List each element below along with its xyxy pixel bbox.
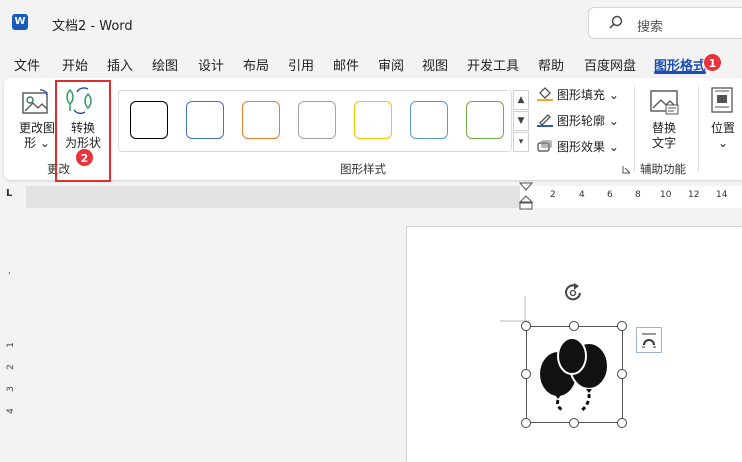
ruler-tick: 2 bbox=[5, 364, 16, 370]
resize-handle-top[interactable] bbox=[569, 321, 579, 331]
style-swatch-5[interactable] bbox=[354, 101, 392, 139]
resize-handle-bottom-left[interactable] bbox=[521, 418, 531, 428]
tab-review[interactable]: 审阅 bbox=[378, 55, 404, 74]
pen-outline-icon bbox=[537, 114, 553, 127]
alt-text-button[interactable]: 替换 文字 bbox=[646, 121, 682, 151]
layout-options-button[interactable] bbox=[636, 327, 662, 353]
ruler-tick: 1 bbox=[5, 342, 16, 348]
active-tab-indicator bbox=[654, 71, 706, 74]
paint-bucket-icon bbox=[537, 87, 553, 101]
word-icon: W bbox=[12, 14, 28, 30]
document-title: 文档2 - Word bbox=[52, 19, 133, 34]
tab-view[interactable]: 视图 bbox=[422, 55, 448, 74]
ruler-tab-selector[interactable]: L bbox=[6, 188, 12, 199]
shape-styles-gallery bbox=[118, 90, 512, 152]
position-label: 位置 bbox=[710, 121, 735, 135]
tab-references[interactable]: 引用 bbox=[288, 55, 314, 74]
search-placeholder: 搜索 bbox=[637, 20, 664, 35]
annotation-badge-1: 1 bbox=[703, 53, 722, 72]
tab-insert[interactable]: 插入 bbox=[107, 55, 133, 74]
dialog-launcher-icon[interactable] bbox=[622, 165, 631, 174]
style-swatch-4[interactable] bbox=[298, 101, 336, 139]
layout-options-icon bbox=[642, 333, 656, 348]
shape-outline-button[interactable]: 图形轮廓 ⌄ bbox=[537, 112, 619, 129]
resize-handle-top-right[interactable] bbox=[617, 321, 627, 331]
ruler-tick: 12 bbox=[688, 190, 700, 200]
tab-design[interactable]: 设计 bbox=[198, 55, 224, 74]
title-bar: W 文档2 - Word 搜索 bbox=[0, 0, 742, 46]
resize-handle-left[interactable] bbox=[521, 369, 531, 379]
ribbon-separator bbox=[698, 86, 699, 172]
tab-help[interactable]: 帮助 bbox=[538, 55, 564, 74]
tab-file[interactable]: 文件 bbox=[14, 55, 40, 74]
shape-effects-button[interactable]: 图形效果 ⌄ bbox=[537, 138, 619, 155]
tab-layout[interactable]: 布局 bbox=[243, 55, 269, 74]
indent-marker-icon[interactable] bbox=[518, 181, 534, 211]
tab-mailings[interactable]: 邮件 bbox=[333, 55, 359, 74]
ruler-tick: 2 bbox=[550, 190, 556, 200]
ruler-tick: - bbox=[4, 271, 15, 275]
tab-baidu-netdisk[interactable]: 百度网盘 bbox=[584, 55, 636, 74]
ribbon-separator bbox=[634, 86, 635, 172]
ruler-tick: 10 bbox=[660, 190, 672, 200]
shape-effects-icon bbox=[537, 140, 552, 152]
alt-text-label-line2: 文字 bbox=[651, 136, 676, 150]
alt-text-icon bbox=[650, 90, 679, 115]
ruler-margin bbox=[26, 186, 520, 208]
shape-fill-button[interactable]: 图形填充 ⌄ bbox=[537, 86, 619, 103]
resize-handle-bottom-right[interactable] bbox=[617, 418, 627, 428]
vertical-ruler[interactable]: - 1 2 3 4 bbox=[0, 210, 24, 462]
change-shape-label-line1: 更改图 bbox=[18, 121, 55, 135]
gallery-scroll-up[interactable]: ▲ bbox=[513, 90, 529, 110]
tab-home[interactable]: 开始 bbox=[62, 55, 88, 74]
ruler-tick: 4 bbox=[5, 408, 16, 414]
position-button[interactable]: 位置 ⌄ bbox=[706, 121, 740, 151]
resize-handle-bottom[interactable] bbox=[569, 418, 579, 428]
shape-fill-label: 图形填充 ⌄ bbox=[557, 88, 619, 102]
alt-text-label-line1: 替换 bbox=[651, 121, 676, 135]
style-swatch-3[interactable] bbox=[242, 101, 280, 139]
gallery-more-button[interactable]: ▾ bbox=[513, 132, 529, 152]
shape-effects-label: 图形效果 ⌄ bbox=[557, 140, 619, 154]
gallery-scroll-down[interactable]: ▼ bbox=[513, 111, 529, 131]
ruler-tick: 3 bbox=[5, 386, 16, 392]
shape-styles-group-label: 图形样式 bbox=[340, 162, 386, 176]
resize-handle-right[interactable] bbox=[617, 369, 627, 379]
change-shape-button[interactable]: 更改图 形 ⌄ bbox=[18, 121, 56, 151]
ruler-tick: 14 bbox=[716, 190, 728, 200]
ruler-tick: 8 bbox=[635, 190, 641, 200]
search-icon bbox=[609, 15, 623, 29]
balloons-icon bbox=[540, 337, 609, 414]
shape-outline-label: 图形轮廓 ⌄ bbox=[557, 114, 619, 128]
change-shape-label-line2: 形 ⌄ bbox=[24, 136, 50, 150]
style-swatch-2[interactable] bbox=[186, 101, 224, 139]
style-swatch-1[interactable] bbox=[130, 101, 168, 139]
position-chevron-icon: ⌄ bbox=[717, 136, 729, 150]
rotate-handle-icon[interactable] bbox=[562, 282, 586, 304]
horizontal-ruler[interactable]: 2 4 6 8 10 12 14 bbox=[26, 186, 742, 208]
resize-handle-top-left[interactable] bbox=[521, 321, 531, 331]
ruler-tick: 4 bbox=[579, 190, 585, 200]
ruler-tick: 6 bbox=[607, 190, 613, 200]
ribbon-tabs: 文件 开始 插入 绘图 设计 布局 引用 邮件 审阅 视图 开发工具 帮助 百度… bbox=[0, 50, 742, 76]
tab-developer[interactable]: 开发工具 bbox=[467, 55, 519, 74]
search-box[interactable]: 搜索 bbox=[588, 7, 742, 39]
style-swatch-7[interactable] bbox=[466, 101, 504, 139]
tab-draw[interactable]: 绘图 bbox=[152, 55, 178, 74]
accessibility-group-label: 辅助功能 bbox=[640, 162, 686, 176]
style-swatch-6[interactable] bbox=[410, 101, 448, 139]
position-icon bbox=[711, 87, 733, 113]
annotation-badge-2: 2 bbox=[75, 148, 94, 167]
change-shape-icon bbox=[22, 89, 48, 114]
